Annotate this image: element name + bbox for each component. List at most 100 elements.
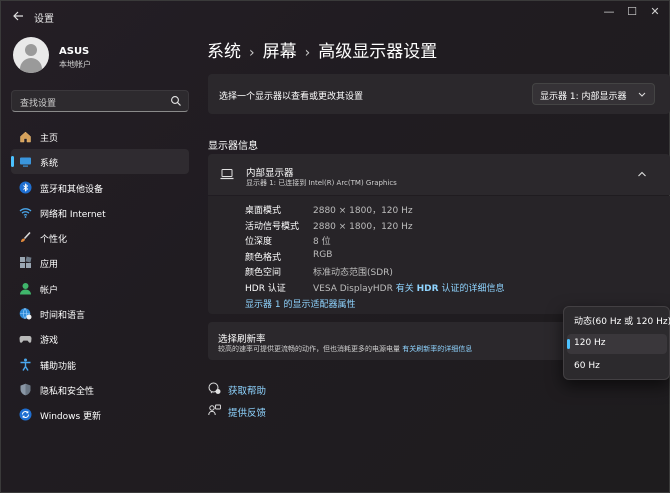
search-placeholder: 查找设置 <box>20 99 57 109</box>
hdr-details-link[interactable]: 有关 HDR 认证的详细信息 <box>396 284 505 294</box>
sidebar-item-label: 系统 <box>40 159 59 170</box>
sidebar-item-label: 蓝牙和其他设备 <box>40 184 104 195</box>
sidebar-item-home[interactable]: 主页 <box>11 124 189 149</box>
sidebar-item-label: Windows 更新 <box>40 412 102 423</box>
info-label: 桌面模式 <box>245 206 282 216</box>
apps-icon <box>20 257 32 269</box>
display-info-header[interactable]: 内部显示器 显示器 1: 已连接到 Intel(R) Arc(TM) Graph… <box>208 154 670 195</box>
hdr-link-text: 认证的详细信息 <box>441 283 505 294</box>
info-label: HDR 认证 <box>245 283 286 294</box>
globe-clock-icon <box>19 308 32 320</box>
back-button[interactable] <box>9 7 27 25</box>
info-value: 2880 × 1800，120 Hz <box>313 206 413 216</box>
sidebar-item-label: 网络和 Internet <box>40 209 106 220</box>
chevron-down-icon <box>638 92 646 97</box>
info-value: 8 位 <box>313 237 331 247</box>
sidebar-item-label: 主页 <box>40 134 59 144</box>
user-name: ASUS <box>59 46 90 57</box>
bluetooth-icon <box>19 181 32 194</box>
hdr-link-text: 有关 <box>395 283 414 294</box>
shield-icon <box>20 383 31 396</box>
refresh-rate-dropdown-menu: 动态(60 Hz 或 120 Hz) 120 Hz 60 Hz <box>563 306 670 380</box>
page-title: 高级显示器设置 <box>318 42 438 62</box>
sidebar-item-gaming[interactable]: 游戏 <box>11 326 189 351</box>
info-label: 颜色空间 <box>245 268 282 278</box>
display-dropdown-value: 显示器 1: 内部显示器 <box>540 92 627 102</box>
refresh-option-60hz[interactable]: 60 Hz <box>567 357 667 377</box>
info-value: 标准动态范围(SDR) <box>313 268 393 278</box>
accessibility-icon <box>20 358 31 371</box>
close-button[interactable]: ✕ <box>642 4 668 20</box>
option-label: 动态(60 Hz 或 120 Hz) <box>574 317 670 327</box>
breadcrumb-separator: › <box>304 45 311 61</box>
search-input[interactable]: 查找设置 <box>11 90 189 112</box>
display-name: 内部显示器 <box>246 168 294 179</box>
gamepad-icon <box>19 336 32 344</box>
sidebar-nav: 主页 系统 蓝牙和其他设备 网络和 Internet 个性化 应用 帐户 时间和… <box>11 124 189 428</box>
sidebar-item-label: 帐户 <box>40 285 59 296</box>
sidebar-item-label: 游戏 <box>40 336 59 347</box>
sidebar-item-bluetooth[interactable]: 蓝牙和其他设备 <box>11 175 189 200</box>
sidebar-item-time-language[interactable]: 时间和语言 <box>11 301 189 326</box>
sidebar-item-accounts[interactable]: 帐户 <box>11 276 189 301</box>
sidebar-item-privacy[interactable]: 隐私和安全性 <box>11 377 189 402</box>
refresh-desc-text: 较高的速率可提供更流畅的动作，但也消耗更多的电源电量 <box>218 345 400 353</box>
update-icon <box>19 408 32 421</box>
help-icon <box>208 382 221 394</box>
display-info-details: 桌面模式 2880 × 1800，120 Hz 活动信号模式 2880 × 18… <box>208 196 670 314</box>
display-select-card: 选择一个显示器以查看或更改其设置 显示器 1: 内部显示器 <box>208 74 670 114</box>
breadcrumb-system[interactable]: 系统 <box>207 37 241 62</box>
option-label: 120 Hz <box>574 338 606 348</box>
hdr-value: VESA DisplayHDR <box>313 283 393 294</box>
refresh-rate-link[interactable]: 有关刷新率的详细信息 <box>402 345 472 353</box>
laptop-icon <box>220 169 234 180</box>
sidebar-item-apps[interactable]: 应用 <box>11 250 189 275</box>
section-title-display-info: 显示器信息 <box>208 141 258 152</box>
info-value: 2880 × 1800，120 Hz <box>313 221 413 232</box>
refresh-rate-title: 选择刷新率 <box>218 334 266 345</box>
refresh-option-120hz[interactable]: 120 Hz <box>567 334 667 354</box>
brush-icon <box>21 232 31 243</box>
sidebar-item-personalization[interactable]: 个性化 <box>11 225 189 250</box>
sidebar-item-label: 隐私和安全性 <box>40 386 95 397</box>
account-icon <box>20 282 31 295</box>
display-dropdown[interactable]: 显示器 1: 内部显示器 <box>532 83 655 105</box>
chevron-up-icon[interactable] <box>636 168 648 180</box>
give-feedback-label: 提供反馈 <box>228 408 267 419</box>
display-select-label: 选择一个显示器以查看或更改其设置 <box>219 92 364 102</box>
home-icon <box>20 131 31 143</box>
breadcrumb: 系统 › 屏幕 › 高级显示器设置 <box>207 37 437 62</box>
settings-window: 设置 — ☐ ✕ ASUS 本地帐户 查找设置 主页 系统 蓝牙和其他设备 网络… <box>0 0 670 493</box>
refresh-option-dynamic[interactable]: 动态(60 Hz 或 120 Hz) <box>567 310 670 330</box>
info-label: 颜色格式 <box>245 252 282 263</box>
info-value: RGB <box>313 249 333 260</box>
sidebar-item-system[interactable]: 系统 <box>11 149 189 175</box>
feedback-icon <box>208 404 221 416</box>
sidebar-item-label: 个性化 <box>40 235 68 246</box>
refresh-rate-description: 较高的速率可提供更流畅的动作，但也消耗更多的电源电量 有关刷新率的详细信息 <box>218 344 472 354</box>
system-icon <box>20 157 31 167</box>
get-help-label: 获取帮助 <box>228 386 267 397</box>
title-bar: 设置 — ☐ ✕ <box>1 1 670 31</box>
display-subtitle: 显示器 1: 已连接到 Intel(R) Arc(TM) Graphics <box>246 179 397 187</box>
sidebar-item-windows-update[interactable]: Windows 更新 <box>11 402 189 427</box>
wifi-icon <box>19 208 32 218</box>
option-label: 60 Hz <box>574 361 600 371</box>
account-type: 本地帐户 <box>59 60 91 69</box>
breadcrumb-separator: › <box>249 45 255 61</box>
sidebar-item-accessibility[interactable]: 辅助功能 <box>11 352 189 377</box>
info-label: 活动信号模式 <box>245 221 300 232</box>
hdr-link-bold: HDR <box>416 283 439 294</box>
search-icon <box>171 96 181 106</box>
adapter-properties-link[interactable]: 显示器 1 的显示适配器属性 <box>245 297 355 310</box>
breadcrumb-display[interactable]: 屏幕 <box>263 37 297 62</box>
sidebar-item-label: 时间和语言 <box>40 311 86 322</box>
avatar <box>13 37 49 73</box>
sidebar-item-label: 应用 <box>40 260 59 271</box>
sidebar-item-network[interactable]: 网络和 Internet <box>11 200 189 225</box>
app-title: 设置 <box>34 14 54 25</box>
info-label: 位深度 <box>245 237 273 247</box>
back-arrow-icon <box>13 11 23 21</box>
sidebar-item-label: 辅助功能 <box>40 361 77 372</box>
info-value: VESA DisplayHDR 有关 HDR 认证的详细信息 <box>313 281 504 294</box>
